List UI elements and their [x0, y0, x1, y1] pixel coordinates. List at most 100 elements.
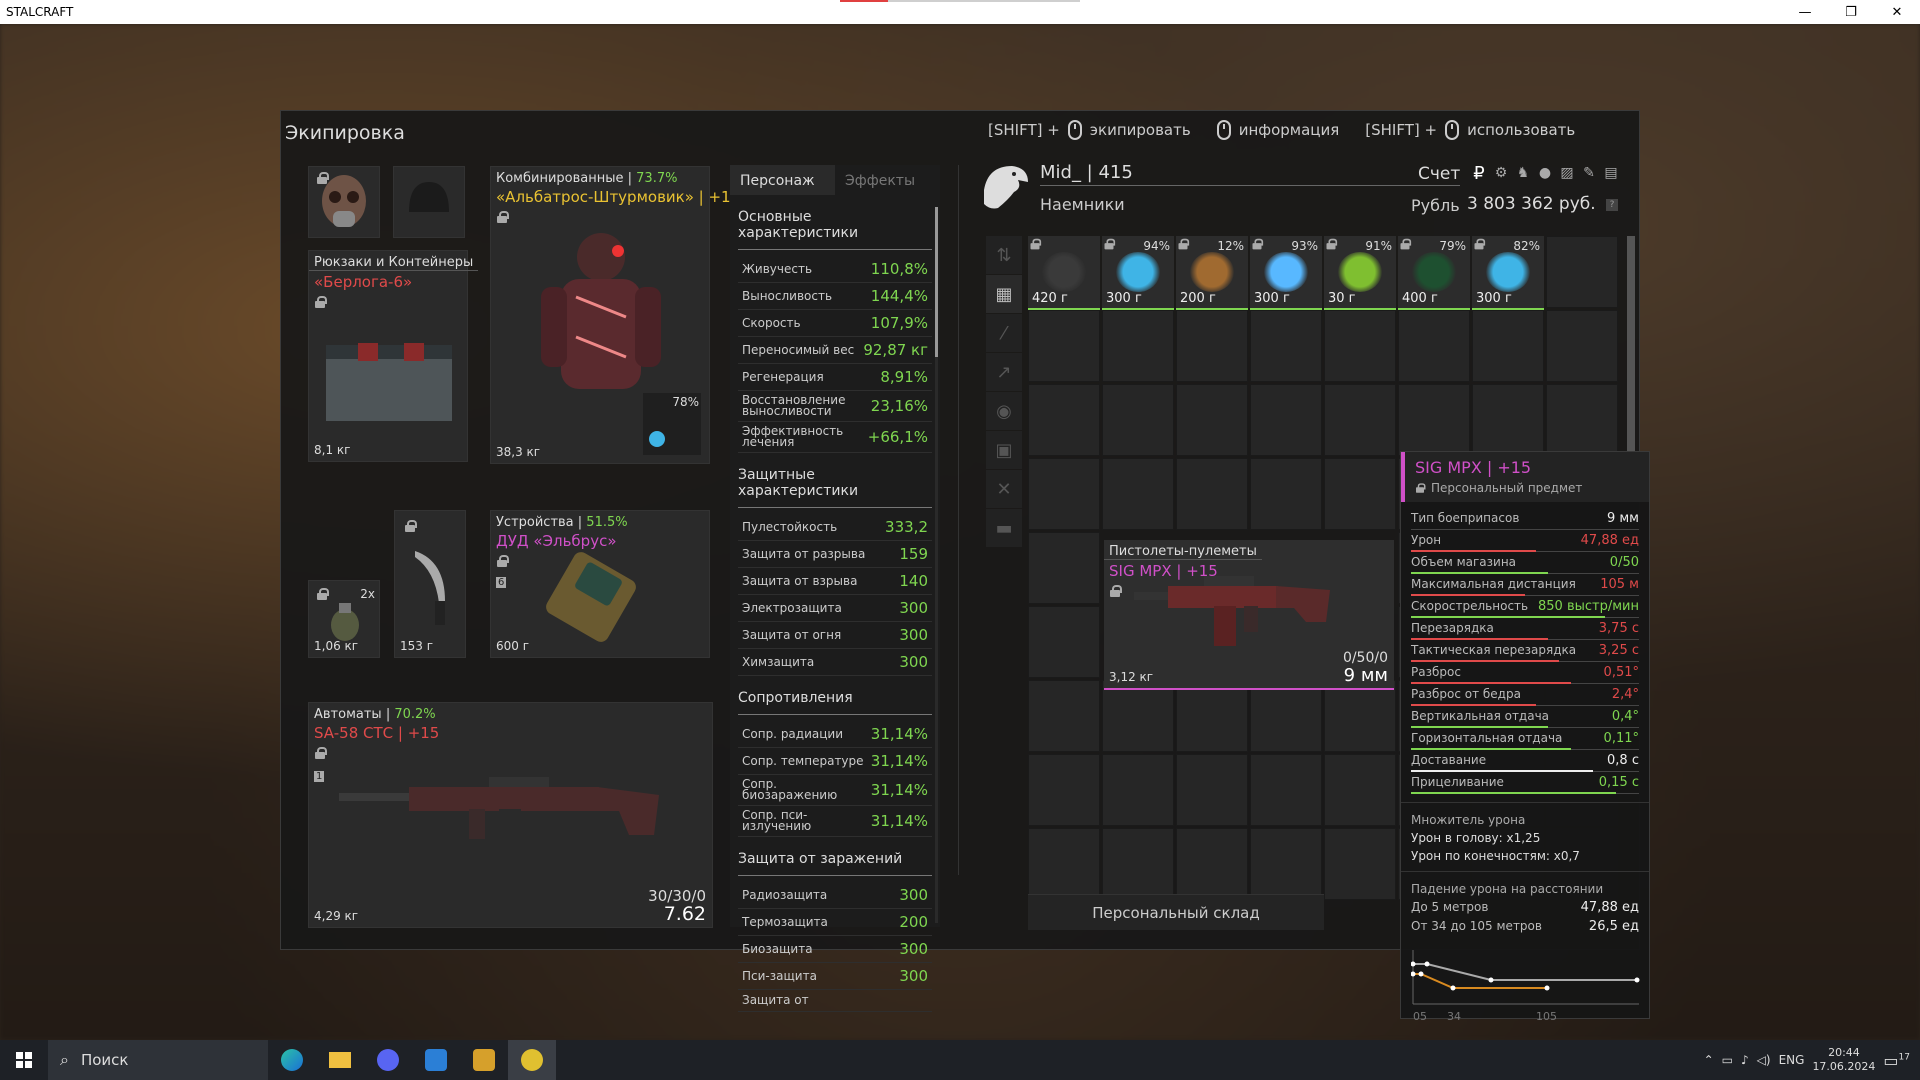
- token-currency-icon[interactable]: ▤: [1602, 164, 1620, 182]
- inventory-cell[interactable]: [1324, 680, 1396, 752]
- inventory-cell[interactable]: [1472, 310, 1544, 382]
- notifications-icon[interactable]: ▭17: [1883, 1051, 1910, 1070]
- inventory-cell[interactable]: [1546, 384, 1618, 456]
- tab-character[interactable]: Персонаж: [730, 165, 835, 195]
- inventory-cell[interactable]: [1324, 754, 1396, 826]
- inventory-cell[interactable]: [1102, 310, 1174, 382]
- mask-slot[interactable]: [308, 166, 380, 238]
- grid-icon[interactable]: ▦: [986, 275, 1022, 313]
- item-durability: 91%: [1365, 239, 1392, 253]
- personal-storage-button[interactable]: Персональный склад: [1028, 894, 1324, 930]
- storage-icon[interactable]: ▬: [986, 509, 1022, 547]
- sort-icon[interactable]: ⇅: [986, 236, 1022, 274]
- knife-slot[interactable]: 153 г: [394, 510, 466, 658]
- stalcraft-app-icon[interactable]: [508, 1040, 556, 1080]
- settings-app-icon[interactable]: [460, 1040, 508, 1080]
- armor-slot[interactable]: Комбинированные | 73.7% «Альбатрос-Штурм…: [490, 166, 740, 464]
- tray-expand-icon[interactable]: ⌃: [1704, 1053, 1714, 1067]
- inventory-cell[interactable]: [1102, 680, 1174, 752]
- inventory-cell[interactable]: [1028, 680, 1100, 752]
- clock[interactable]: 20:44 17.06.2024: [1812, 1046, 1875, 1074]
- inventory-item[interactable]: 12% 200 г: [1176, 236, 1248, 310]
- inventory-cell[interactable]: [1324, 384, 1396, 456]
- inventory-cell[interactable]: [1176, 754, 1248, 826]
- inventory-cell[interactable]: [1028, 754, 1100, 826]
- inventory-cell[interactable]: [1102, 828, 1174, 900]
- device-slot[interactable]: Устройства | 51.5% ДУД «Эльбрус» 6 600 г: [490, 510, 710, 658]
- inventory-cell[interactable]: [1472, 384, 1544, 456]
- inventory-cell[interactable]: [1102, 458, 1174, 530]
- primary-weapon-slot[interactable]: Автоматы | 70.2% SA-58 СТС | +15 1 30/30…: [308, 702, 713, 928]
- helmet-slot[interactable]: [393, 166, 465, 238]
- language-indicator[interactable]: ENG: [1779, 1053, 1805, 1067]
- microphone-icon[interactable]: ♪: [1741, 1053, 1749, 1067]
- inventory-item[interactable]: 79% 400 г: [1398, 236, 1470, 310]
- inventory-cell[interactable]: [1250, 680, 1322, 752]
- rifle-icon[interactable]: ⁄: [986, 314, 1022, 352]
- tooltip-stat-label: Объем магазина: [1411, 555, 1517, 569]
- grenade-icon[interactable]: ◉: [986, 392, 1022, 430]
- inventory-cell[interactable]: [1102, 384, 1174, 456]
- inventory-item[interactable]: 94% 300 г: [1102, 236, 1174, 310]
- inventory-cell[interactable]: [1324, 458, 1396, 530]
- inventory-cell[interactable]: [1176, 828, 1248, 900]
- inventory-cell[interactable]: [1176, 458, 1248, 530]
- inventory-cell[interactable]: [1250, 828, 1322, 900]
- inventory-cell[interactable]: [1546, 236, 1618, 308]
- knife-icon[interactable]: ↗: [986, 353, 1022, 391]
- inventory-cell[interactable]: [1176, 310, 1248, 382]
- coin-currency-icon[interactable]: ●: [1536, 164, 1554, 182]
- stats-scrollbar[interactable]: [935, 207, 938, 923]
- grenade-slot[interactable]: 2x 1,06 кг: [308, 580, 380, 658]
- box-icon[interactable]: ▣: [986, 431, 1022, 469]
- tools-icon[interactable]: ✕: [986, 470, 1022, 508]
- boot-currency-icon[interactable]: ♞: [1514, 164, 1532, 182]
- inventory-cell[interactable]: [1028, 458, 1100, 530]
- network-icon[interactable]: ▭: [1722, 1053, 1733, 1067]
- start-button[interactable]: [0, 1040, 48, 1080]
- artifact-slot[interactable]: 78%: [643, 393, 701, 455]
- inventory-cell[interactable]: [1398, 384, 1470, 456]
- inventory-cell[interactable]: [1176, 384, 1248, 456]
- inventory-cell[interactable]: [1250, 458, 1322, 530]
- inventory-cell[interactable]: [1398, 310, 1470, 382]
- launcher-icon[interactable]: [412, 1040, 460, 1080]
- minimize-button[interactable]: —: [1782, 0, 1828, 24]
- inventory-cell[interactable]: [1028, 532, 1100, 604]
- inventory-cell[interactable]: [1250, 754, 1322, 826]
- discord-icon[interactable]: [364, 1040, 412, 1080]
- inventory-cell[interactable]: [1028, 310, 1100, 382]
- inventory-cell[interactable]: [1324, 310, 1396, 382]
- backpack-slot[interactable]: Рюкзаки и Контейнеры «Берлога-6» 8,1 кг: [308, 250, 479, 462]
- inventory-item[interactable]: 93% 300 г: [1250, 236, 1322, 310]
- inventory-cell[interactable]: [1546, 310, 1618, 382]
- inventory-cell[interactable]: [1176, 680, 1248, 752]
- file-explorer-icon[interactable]: [316, 1040, 364, 1080]
- edge-icon[interactable]: [268, 1040, 316, 1080]
- restore-button[interactable]: ❐: [1828, 0, 1874, 24]
- inventory-cell[interactable]: [1250, 310, 1322, 382]
- inventory-cell[interactable]: [1250, 384, 1322, 456]
- taskbar-search[interactable]: ⌕ Поиск: [48, 1040, 268, 1080]
- help-icon[interactable]: ?: [1606, 199, 1618, 211]
- volume-icon[interactable]: ◁): [1757, 1053, 1771, 1067]
- map-currency-icon[interactable]: ▨: [1558, 164, 1576, 182]
- inventory-scrollbar[interactable]: [1627, 236, 1635, 451]
- inventory-item[interactable]: 82% 300 г: [1472, 236, 1544, 310]
- inventory-cell[interactable]: [1028, 606, 1100, 678]
- feather-currency-icon[interactable]: ✎: [1580, 164, 1598, 182]
- inventory-item[interactable]: 420 г: [1028, 236, 1100, 310]
- mouse-left-icon: [1067, 120, 1082, 140]
- inventory-cell[interactable]: [1324, 828, 1396, 900]
- inventory-cell[interactable]: [1028, 828, 1100, 900]
- search-icon: ⌕: [60, 1050, 69, 1069]
- close-button[interactable]: ✕: [1874, 0, 1920, 24]
- inventory-cell[interactable]: [1028, 384, 1100, 456]
- inventory-cell[interactable]: [1102, 754, 1174, 826]
- inventory-weapon-item[interactable]: Пистолеты-пулеметы SIG MPX | +15 0/50/0 …: [1104, 540, 1394, 690]
- item-durability: 79%: [1439, 239, 1466, 253]
- gear-currency-icon[interactable]: ⚙: [1492, 164, 1510, 182]
- ruble-icon[interactable]: ₽: [1470, 163, 1488, 184]
- tab-effects[interactable]: Эффекты: [835, 165, 940, 195]
- inventory-item[interactable]: 91% 30 г: [1324, 236, 1396, 310]
